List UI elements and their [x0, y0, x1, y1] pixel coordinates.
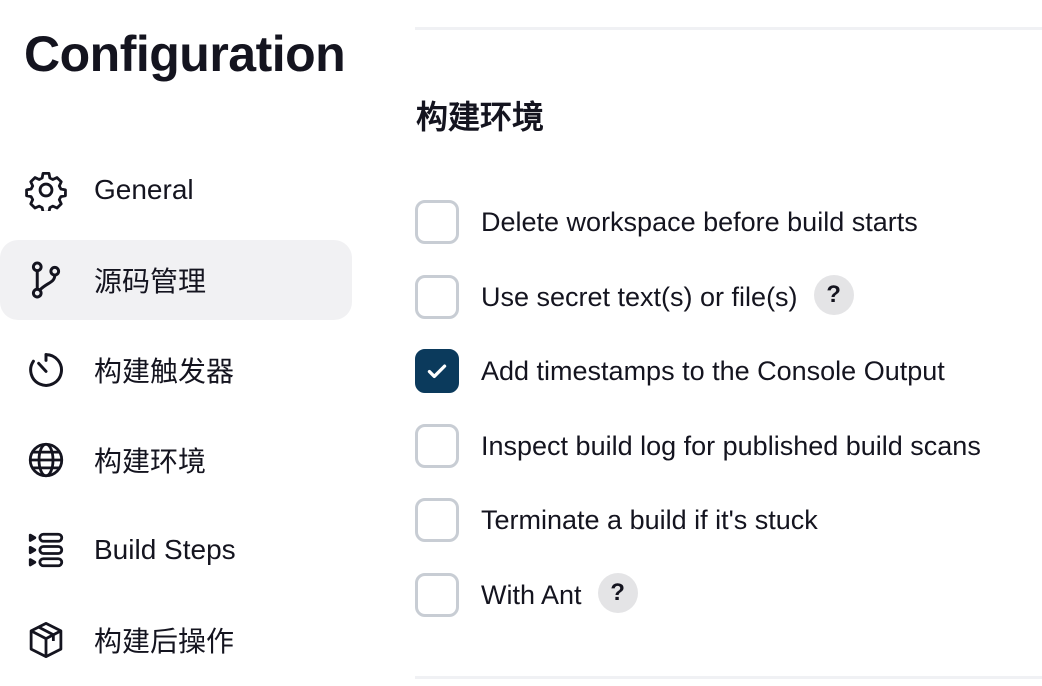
- git-branch-icon: [24, 258, 68, 302]
- section-divider-top: [415, 27, 1042, 30]
- delete-workspace-checkbox[interactable]: [415, 200, 459, 244]
- sidebar-item-build-triggers[interactable]: 构建触发器: [0, 330, 352, 410]
- globe-icon: [24, 438, 68, 482]
- option-timestamps: Add timestamps to the Console Output: [415, 349, 1042, 424]
- secret-text-checkbox[interactable]: [415, 274, 459, 319]
- option-label[interactable]: Use secret text(s) or file(s): [481, 275, 798, 319]
- help-button[interactable]: ?: [813, 274, 854, 315]
- option-label[interactable]: With Ant: [481, 573, 582, 617]
- option-label[interactable]: Delete workspace before build starts: [481, 200, 918, 244]
- option-with-ant: With Ant ?: [415, 572, 1042, 648]
- option-inspect-build-log: Inspect build log for published build sc…: [415, 423, 1042, 499]
- inspect-build-log-checkbox[interactable]: [415, 423, 459, 468]
- sidebar-item-label: 构建环境: [94, 446, 207, 477]
- sidebar-item-label: Build Steps: [94, 534, 236, 565]
- option-label[interactable]: Inspect build log for published build sc…: [481, 424, 981, 468]
- option-delete-workspace: Delete workspace before build starts: [415, 200, 1042, 275]
- section-title: 构建环境: [416, 99, 545, 135]
- option-label[interactable]: Terminate a build if it's stuck: [481, 498, 818, 542]
- help-button[interactable]: ?: [597, 572, 638, 613]
- sidebar-item-label: 构建后操作: [94, 626, 235, 657]
- build-environment-options: Delete workspace before build starts Use…: [415, 200, 1042, 647]
- configuration-page: Configuration General 源码管理 构建触发器 构建环境 Bu…: [0, 0, 1042, 686]
- sidebar-item-label: 源码管理: [94, 266, 207, 297]
- sidebar-item-general[interactable]: General: [0, 150, 352, 230]
- sidebar-item-label: General: [94, 174, 194, 205]
- sidebar-item-build-environment[interactable]: 构建环境: [0, 420, 352, 500]
- option-label[interactable]: Add timestamps to the Console Output: [481, 349, 945, 393]
- timestamps-checkbox[interactable]: [415, 349, 459, 393]
- gear-icon: [24, 168, 68, 212]
- page-title: Configuration: [24, 26, 346, 82]
- terminate-stuck-checkbox[interactable]: [415, 498, 459, 542]
- sidebar-nav: General 源码管理 构建触发器 构建环境 Build Steps 构建后操…: [0, 150, 352, 686]
- checkmark-icon: [427, 364, 447, 379]
- timer-icon: [24, 348, 68, 392]
- sidebar-item-build-steps[interactable]: Build Steps: [0, 510, 352, 590]
- option-secret-text: Use secret text(s) or file(s) ?: [415, 274, 1042, 350]
- section-divider-bottom: [415, 676, 1042, 679]
- with-ant-checkbox[interactable]: [415, 572, 459, 617]
- package-icon: [24, 618, 68, 662]
- sidebar-item-post-build[interactable]: 构建后操作: [0, 600, 352, 680]
- sidebar-item-label: 构建触发器: [94, 356, 235, 387]
- list-steps-icon: [24, 528, 68, 572]
- sidebar-item-source-code[interactable]: 源码管理: [0, 240, 352, 320]
- option-terminate-stuck: Terminate a build if it's stuck: [415, 498, 1042, 573]
